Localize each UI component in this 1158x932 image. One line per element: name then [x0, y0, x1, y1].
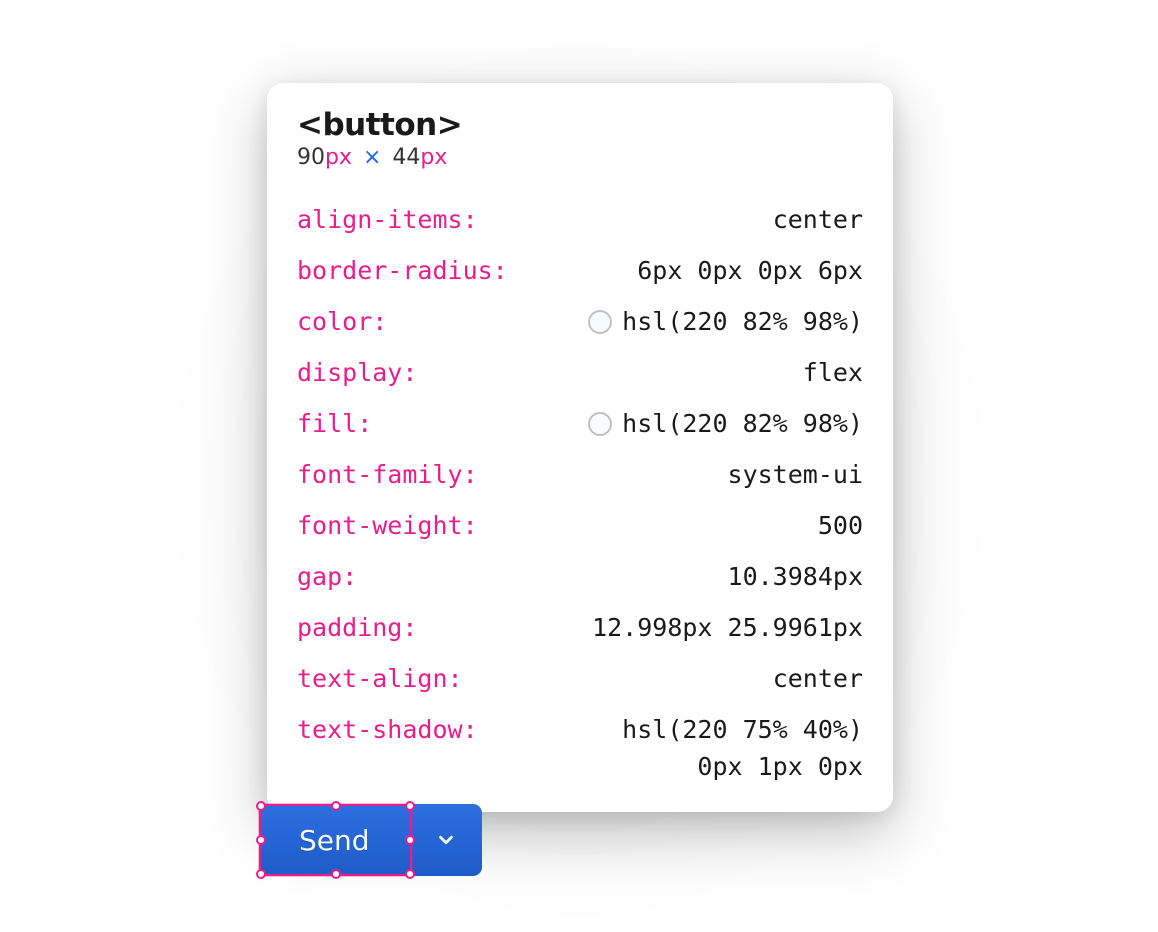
property-row: text-align: center	[297, 661, 863, 696]
element-tag: <button>	[297, 107, 863, 143]
width-unit: px	[325, 145, 352, 170]
property-row: fill: hsl(220 82% 98%)	[297, 406, 863, 441]
property-name: font-weight:	[297, 508, 478, 543]
property-value-text: hsl(220 75% 40%)	[622, 712, 863, 747]
send-button[interactable]: Send	[259, 804, 410, 876]
property-row: align-items: center	[297, 202, 863, 237]
property-name: padding:	[297, 610, 417, 645]
property-name: display:	[297, 355, 417, 390]
element-dimensions: 90px × 44px	[297, 145, 863, 170]
height-value: 44	[392, 145, 420, 170]
property-value: 10.3984px	[728, 559, 863, 594]
property-name: text-shadow:	[297, 712, 478, 747]
send-dropdown-button[interactable]	[410, 804, 482, 876]
property-row: gap: 10.3984px	[297, 559, 863, 594]
property-name: border-radius:	[297, 253, 508, 288]
property-value: flex	[803, 355, 863, 390]
property-name: text-align:	[297, 661, 463, 696]
property-list: align-items: center border-radius: 6px 0…	[297, 202, 863, 784]
property-value: 6px 0px 0px 6px	[637, 253, 863, 288]
property-value: center	[773, 661, 863, 696]
color-swatch-icon	[588, 310, 612, 334]
property-row: font-weight: 500	[297, 508, 863, 543]
property-value: center	[773, 202, 863, 237]
chevron-down-icon	[435, 829, 457, 851]
property-name: color:	[297, 304, 387, 339]
inspector-tooltip: <button> 90px × 44px align-items: center…	[267, 83, 893, 812]
property-value-text: hsl(220 82% 98%)	[622, 304, 863, 339]
property-value: 500	[818, 508, 863, 543]
property-row: border-radius: 6px 0px 0px 6px	[297, 253, 863, 288]
property-value: hsl(220 82% 98%)	[588, 304, 863, 339]
height-unit: px	[420, 145, 447, 170]
property-name: align-items:	[297, 202, 478, 237]
split-button-group: Send	[259, 804, 482, 876]
property-value: system-ui	[728, 457, 863, 492]
width-value: 90	[297, 145, 325, 170]
property-name: font-family:	[297, 457, 478, 492]
property-value: hsl(220 82% 98%)	[588, 406, 863, 441]
property-row: padding: 12.998px 25.9961px	[297, 610, 863, 645]
property-value: 12.998px 25.9961px	[592, 610, 863, 645]
property-value-text: hsl(220 82% 98%)	[622, 406, 863, 441]
property-name: gap:	[297, 559, 357, 594]
property-row: font-family: system-ui	[297, 457, 863, 492]
color-swatch-icon	[588, 412, 612, 436]
property-row: color: hsl(220 82% 98%)	[297, 304, 863, 339]
property-name: fill:	[297, 406, 372, 441]
property-value-text: 0px 1px 0px	[697, 749, 863, 784]
dimension-separator: ×	[363, 145, 381, 170]
property-row: display: flex	[297, 355, 863, 390]
property-row: text-shadow: hsl(220 75% 40%) 0px 1px 0p…	[297, 712, 863, 784]
property-value: hsl(220 75% 40%) 0px 1px 0px	[622, 712, 863, 784]
